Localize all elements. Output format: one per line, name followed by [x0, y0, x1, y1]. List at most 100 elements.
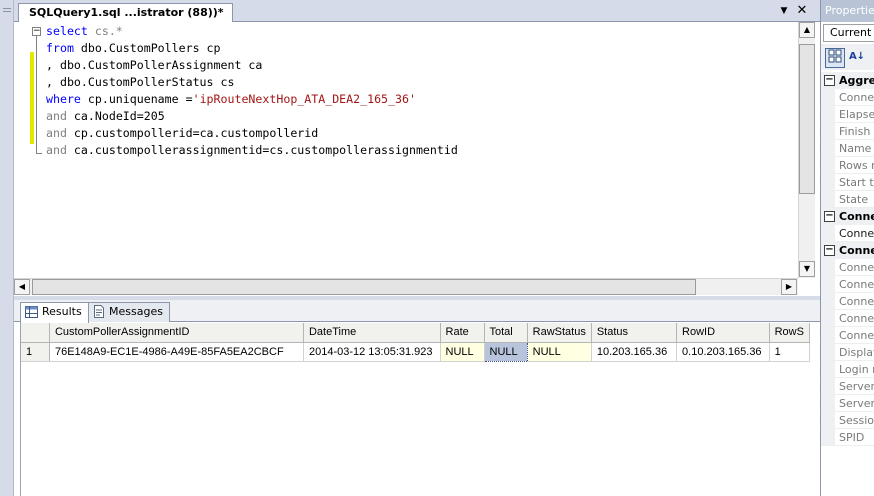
grid-cell[interactable]: 1	[769, 342, 811, 362]
column-header[interactable]: RowID	[676, 323, 770, 343]
row-number[interactable]: 1	[21, 342, 50, 362]
property-row[interactable]: SPID	[821, 429, 874, 446]
property-row[interactable]: Connec	[821, 276, 874, 293]
grid-icon	[25, 306, 38, 324]
property-category-label: Conne	[839, 244, 874, 257]
grid-cell[interactable]: 76E148A9-EC1E-4986-A49E-85FA5EA2CBCF	[49, 342, 304, 362]
code-line[interactable]: select cs.*	[46, 23, 812, 40]
property-row[interactable]: Rows re	[821, 157, 874, 174]
change-indicator-bar	[30, 52, 34, 144]
code-token: cp.uniquename =	[80, 92, 193, 106]
column-header[interactable]: RawStatus	[527, 323, 592, 343]
property-row[interactable]: Connec	[821, 327, 874, 344]
code-line[interactable]: where cp.uniquename ='ipRouteNextHop_ATA…	[46, 91, 812, 108]
editor-gutter: −	[14, 22, 46, 278]
scroll-left-icon[interactable]: ◀	[14, 279, 30, 295]
grid-header-row: CustomPollerAssignmentID DateTime Rate T…	[21, 323, 811, 343]
scroll-down-icon[interactable]: ▼	[799, 261, 815, 277]
column-header[interactable]: RowS	[769, 323, 811, 343]
close-icon[interactable]: ✕	[795, 3, 809, 19]
column-header[interactable]: CustomPollerAssignmentID	[49, 323, 304, 343]
property-row[interactable]: Connec	[821, 225, 874, 242]
property-row[interactable]: Name	[821, 140, 874, 157]
code-line[interactable]: , dbo.CustomPollerAssignment ca	[46, 57, 812, 74]
code-token: and	[46, 109, 67, 123]
property-row[interactable]: State	[821, 191, 874, 208]
results-grid: CustomPollerAssignmentID DateTime Rate T…	[20, 323, 811, 496]
property-row[interactable]: Connec	[821, 310, 874, 327]
grid-cell[interactable]: 0.10.203.165.36	[676, 342, 770, 362]
tab-results[interactable]: Results	[20, 302, 89, 323]
code-token: select	[46, 24, 88, 38]
column-header[interactable]: DateTime	[303, 323, 441, 343]
scrollbar-thumb[interactable]	[799, 44, 815, 194]
column-header[interactable]: Status	[591, 323, 678, 343]
properties-grid: −AggreConnecElapsedFinish tNameRows reSt…	[821, 72, 874, 496]
strip-grip	[3, 11, 11, 12]
strip-grip	[3, 8, 11, 9]
property-row[interactable]: Connec	[821, 89, 874, 106]
grid-cell[interactable]: 2014-03-12 13:05:31.923	[303, 342, 441, 362]
code-text[interactable]: select cs.* from dbo.CustomPollers cp, db…	[46, 23, 812, 278]
property-row[interactable]: Display	[821, 344, 874, 361]
horizontal-scrollbar[interactable]: ◀ ▶	[14, 278, 798, 295]
property-category[interactable]: − Conne	[821, 242, 874, 259]
property-category[interactable]: − Aggre	[821, 72, 874, 89]
property-row[interactable]: Finish t	[821, 123, 874, 140]
code-token: , dbo.CustomPollerStatus cs	[46, 75, 235, 89]
property-category[interactable]: − Conne	[821, 208, 874, 225]
results-tabstrip: Results Messages	[14, 300, 820, 323]
property-row[interactable]: Login n	[821, 361, 874, 378]
grid-cell[interactable]: NULL	[527, 342, 592, 362]
tab-dropdown-icon[interactable]: ▼	[777, 5, 791, 17]
grid-cell-selected[interactable]: NULL	[483, 341, 528, 362]
code-token: cs.*	[87, 24, 123, 38]
collapse-toggle-icon[interactable]: −	[824, 245, 835, 256]
outline-end	[36, 153, 42, 154]
column-header[interactable]: Total	[484, 323, 528, 343]
tab-results-label: Results	[42, 305, 82, 318]
grid-cell[interactable]: NULL	[440, 342, 485, 362]
collapse-toggle-icon[interactable]: −	[32, 27, 41, 36]
scrollbar-thumb[interactable]	[32, 279, 696, 295]
properties-title[interactable]: Properties	[821, 0, 874, 22]
property-category-label: Conne	[839, 210, 874, 223]
collapse-toggle-icon[interactable]: −	[824, 211, 835, 222]
code-line[interactable]: , dbo.CustomPollerStatus cs	[46, 74, 812, 91]
table-row[interactable]: 1 76E148A9-EC1E-4986-A49E-85FA5EA2CBCF 2…	[21, 341, 811, 362]
vertical-scrollbar[interactable]: ▲ ▼	[798, 22, 815, 278]
property-row[interactable]: Session	[821, 412, 874, 429]
sql-editor[interactable]: − select cs.* from dbo.CustomPollers cp, …	[14, 22, 820, 296]
tab-messages[interactable]: Messages	[88, 302, 170, 322]
collapse-toggle-icon[interactable]: −	[824, 75, 835, 86]
code-line[interactable]: from dbo.CustomPollers cp	[46, 40, 812, 57]
properties-object-select[interactable]: Current c	[823, 24, 874, 42]
property-row[interactable]: Start ti	[821, 174, 874, 191]
alphabetical-sort-icon[interactable]: A↓	[847, 48, 867, 68]
tab-messages-label: Messages	[109, 305, 163, 318]
code-token: cp.custompollerid=ca.custompollerid	[66, 126, 319, 140]
document-tabstrip: SQLQuery1.sql ...istrator (88))* ▼ ✕	[14, 0, 820, 22]
query-document: SQLQuery1.sql ...istrator (88))* ▼ ✕ − s…	[14, 0, 820, 496]
scroll-up-icon[interactable]: ▲	[799, 22, 815, 38]
grid-corner-cell[interactable]	[21, 323, 50, 343]
categorized-icon[interactable]	[825, 48, 845, 68]
property-row[interactable]: Server	[821, 378, 874, 395]
code-line[interactable]: and ca.NodeId=205	[46, 108, 812, 125]
grid-cell[interactable]: 10.203.165.36	[591, 342, 678, 362]
scroll-right-icon[interactable]: ▶	[781, 279, 797, 295]
code-token: dbo.CustomPollers cp	[73, 41, 221, 55]
property-row[interactable]: Connec	[821, 293, 874, 310]
column-header[interactable]: Rate	[440, 323, 485, 343]
tab-query-document[interactable]: SQLQuery1.sql ...istrator (88))*	[18, 3, 233, 22]
left-toolbox-strip	[0, 0, 14, 496]
property-row[interactable]: Elapsed	[821, 106, 874, 123]
code-token: ca.custompollerassignmentid=cs.custompol…	[66, 143, 458, 157]
property-row[interactable]: Server	[821, 395, 874, 412]
code-line[interactable]: and ca.custompollerassignmentid=cs.custo…	[46, 142, 812, 159]
code-line[interactable]: and cp.custompollerid=ca.custompollerid	[46, 125, 812, 142]
code-token: 'ipRouteNextHop_ATA_DEA2_165_36'	[192, 92, 416, 106]
properties-toolbar: A↓	[821, 44, 874, 70]
code-token: from	[46, 41, 74, 55]
property-row[interactable]: Connec	[821, 259, 874, 276]
